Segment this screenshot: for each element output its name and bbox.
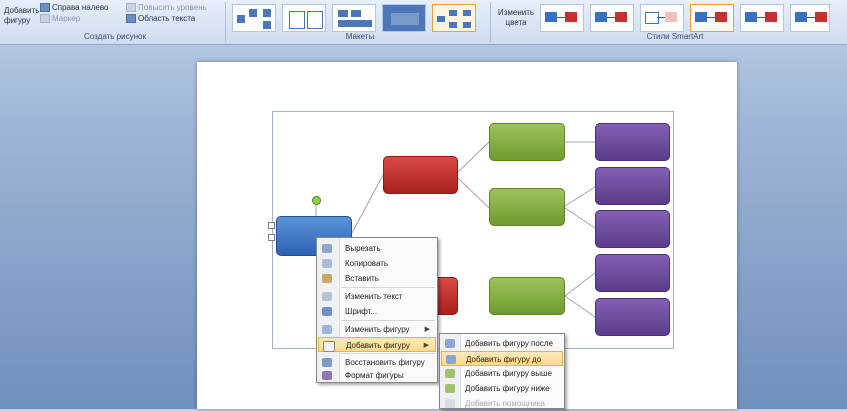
menu-item-cut[interactable]: Вырезать (318, 241, 436, 256)
level3-shape-2[interactable] (489, 188, 565, 226)
context-menu: Вырезать Копировать Вставить Изменить те… (316, 237, 438, 383)
submenu-item-add-above[interactable]: Добавить фигуру выше (441, 366, 563, 381)
font-icon (322, 307, 332, 316)
add-shape-submenu: Добавить фигуру после Добавить фигуру до… (439, 333, 565, 409)
menu-item-format-shape[interactable]: Формат фигуры (318, 368, 436, 383)
level3-shape-1[interactable] (489, 123, 565, 161)
resize-handle[interactable] (268, 222, 275, 229)
change-shape-icon (322, 325, 332, 334)
rotation-handle[interactable] (312, 196, 321, 205)
add-after-icon (445, 339, 455, 348)
submenu-item-add-after[interactable]: Добавить фигуру после (441, 336, 563, 351)
add-below-icon (445, 384, 455, 393)
add-above-icon (445, 369, 455, 378)
paste-icon (322, 274, 332, 283)
menu-item-font[interactable]: Шрифт... (318, 304, 436, 319)
level3-shape-3[interactable] (489, 277, 565, 315)
add-before-icon (446, 355, 456, 364)
level4-shape-1[interactable] (595, 123, 670, 161)
submenu-arrow-icon: ▶ (423, 342, 429, 349)
submenu-item-add-below[interactable]: Добавить фигуру ниже (441, 381, 563, 396)
level2-shape-top[interactable] (383, 156, 458, 194)
submenu-arrow-icon: ▶ (424, 326, 430, 333)
menu-item-paste[interactable]: Вставить (318, 271, 436, 286)
menu-item-add-shape[interactable]: Добавить фигуру ▶ (318, 337, 436, 352)
add-assistant-icon (445, 399, 455, 408)
resize-handle[interactable] (268, 234, 275, 241)
level4-shape-5[interactable] (595, 298, 670, 336)
menu-separator (341, 287, 435, 288)
menu-separator (341, 353, 435, 354)
menu-separator (341, 320, 435, 321)
level4-shape-2[interactable] (595, 167, 670, 205)
submenu-item-add-before[interactable]: Добавить фигуру до (441, 351, 563, 366)
level4-shape-4[interactable] (595, 254, 670, 292)
menu-item-copy[interactable]: Копировать (318, 256, 436, 271)
copy-icon (322, 259, 332, 268)
edit-text-icon (322, 292, 332, 301)
level4-shape-3[interactable] (595, 210, 670, 248)
cut-icon (322, 244, 332, 253)
reset-shape-icon (322, 358, 332, 367)
add-shape-icon (323, 341, 335, 352)
menu-item-change-shape[interactable]: Изменить фигуру ▶ (318, 322, 436, 337)
menu-item-edit-text[interactable]: Изменить текст (318, 289, 436, 304)
format-shape-icon (322, 371, 332, 380)
